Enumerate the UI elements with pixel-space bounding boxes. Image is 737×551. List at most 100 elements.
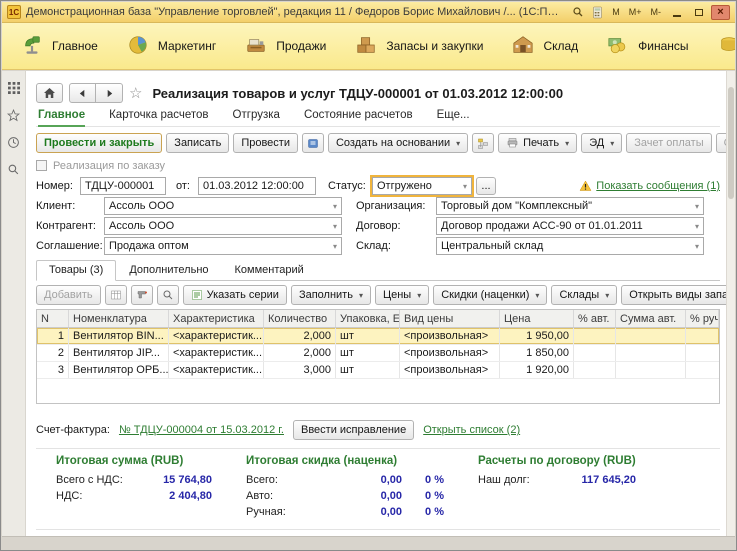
col-price[interactable]: Цена bbox=[500, 310, 574, 327]
col-auto-sum[interactable]: Сумма авт. bbox=[616, 310, 686, 327]
history-icon[interactable] bbox=[5, 134, 23, 150]
show-messages-link[interactable]: Показать сообщения (1) bbox=[579, 180, 720, 192]
contractor-field[interactable]: Ассоль ООО bbox=[104, 217, 342, 235]
open-list-link[interactable]: Открыть список (2) bbox=[423, 424, 520, 436]
scrollbar-thumb[interactable] bbox=[728, 87, 734, 199]
cell-quantity: 3,000 bbox=[264, 362, 336, 378]
favorites-icon[interactable] bbox=[5, 107, 23, 123]
scanner-icon bbox=[136, 289, 148, 301]
set-series-button[interactable]: Указать серии bbox=[183, 285, 287, 305]
nav-link-shipment[interactable]: Отгрузка bbox=[233, 109, 280, 121]
maximize-button[interactable] bbox=[689, 5, 708, 20]
nav-link-settlement-card[interactable]: Карточка расчетов bbox=[109, 109, 208, 121]
cell-n: 1 bbox=[37, 328, 69, 344]
warehouse-label: Склад: bbox=[356, 240, 436, 252]
write-button[interactable]: Записать bbox=[166, 133, 229, 153]
boxes-icon bbox=[354, 34, 378, 59]
minimize-button[interactable] bbox=[667, 5, 686, 20]
section-finance[interactable]: Финансы bbox=[592, 23, 702, 69]
print-button[interactable]: Печать bbox=[498, 133, 577, 153]
open-stock-types-button[interactable]: Открыть виды запасов bbox=[621, 285, 726, 305]
vertical-scrollbar[interactable] bbox=[726, 71, 735, 536]
ed-status-row: Текущее состояние ЭД: Нет действующего с… bbox=[36, 529, 720, 536]
warehouse-field[interactable]: Центральный склад bbox=[436, 237, 704, 255]
client-field[interactable]: Ассоль ООО bbox=[104, 197, 342, 215]
post-button[interactable]: Провести bbox=[233, 133, 298, 153]
col-characteristic[interactable]: Характеристика bbox=[169, 310, 264, 327]
invoice-link[interactable]: № ТДЦУ-000004 от 15.03.2012 г. bbox=[119, 424, 284, 436]
search-icon[interactable] bbox=[569, 5, 586, 20]
tab-comment[interactable]: Комментарий bbox=[222, 260, 317, 281]
discount-total-percent: 0 % bbox=[402, 474, 444, 486]
tab-additional[interactable]: Дополнительно bbox=[116, 260, 221, 281]
date-field[interactable]: 01.03.2012 12:00:00 bbox=[198, 177, 316, 195]
search-rows-icon-button[interactable] bbox=[157, 285, 179, 305]
section-warehouse[interactable]: Склад bbox=[497, 23, 592, 69]
order-checkbox[interactable] bbox=[36, 160, 47, 171]
discounts-button[interactable]: Скидки (наценки) bbox=[433, 285, 547, 305]
payment-offset-button[interactable]: Зачет оплаты bbox=[626, 133, 711, 153]
nav-link-settlement-state[interactable]: Состояние расчетов bbox=[304, 109, 413, 121]
page-title: Реализация товаров и услуг ТДЦУ-000001 о… bbox=[152, 86, 563, 101]
reports-icon-button[interactable] bbox=[302, 133, 324, 153]
col-n[interactable]: N bbox=[37, 310, 69, 327]
memory-m-button[interactable]: М bbox=[609, 6, 623, 18]
warehouses-button[interactable]: Склады bbox=[551, 285, 617, 305]
ed-button[interactable]: ЭД bbox=[581, 133, 622, 153]
prices-button[interactable]: Цены bbox=[375, 285, 429, 305]
table-row[interactable]: 1 Вентилятор BIN... <характеристик... 2,… bbox=[37, 328, 719, 345]
status-field[interactable]: Отгружено bbox=[372, 177, 472, 195]
col-nomenclature[interactable]: Номенклатура bbox=[69, 310, 169, 327]
document-form: ☆ Реализация товаров и услуг ТДЦУ-000001… bbox=[26, 71, 726, 536]
forward-button[interactable] bbox=[96, 83, 123, 103]
calculator-icon[interactable] bbox=[589, 5, 606, 20]
totals-discount-title: Итоговая скидка (наценка) bbox=[246, 455, 444, 467]
status-bar bbox=[2, 536, 735, 549]
cell-manual-percent bbox=[686, 345, 719, 361]
col-manual-percent[interactable]: % руч... bbox=[686, 310, 719, 327]
home-button[interactable] bbox=[36, 83, 63, 103]
main-menu-icon[interactable] bbox=[5, 80, 23, 96]
post-and-close-button[interactable]: Провести и закрыть bbox=[36, 133, 162, 153]
nav-link-more[interactable]: Еще... bbox=[437, 109, 470, 121]
barcode-scanner-icon-button[interactable] bbox=[131, 285, 153, 305]
create-based-on-button[interactable]: Создать на основании bbox=[328, 133, 468, 153]
organization-field[interactable]: Торговый дом "Комплексный" bbox=[436, 197, 704, 215]
section-label: Склад bbox=[543, 39, 578, 53]
section-marketing[interactable]: Маркетинг bbox=[112, 23, 230, 69]
favorite-star-icon[interactable]: ☆ bbox=[129, 86, 142, 101]
columns-icon-button[interactable] bbox=[105, 285, 127, 305]
table-row[interactable]: 3 Вентилятор ОРБ... <характеристик... 3,… bbox=[37, 362, 719, 379]
memory-m-plus-button[interactable]: М+ bbox=[626, 6, 645, 18]
close-button[interactable]: × bbox=[711, 5, 730, 20]
fill-button[interactable]: Заполнить bbox=[291, 285, 371, 305]
section-inventory[interactable]: Запасы и закупки bbox=[340, 23, 497, 69]
number-field[interactable]: ТДЦУ-000001 bbox=[80, 177, 166, 195]
col-auto-percent[interactable]: % авт. bbox=[574, 310, 616, 327]
item-tabs: Товары (3) Дополнительно Комментарий bbox=[36, 260, 720, 281]
tab-goods[interactable]: Товары (3) bbox=[36, 260, 116, 281]
col-quantity[interactable]: Количество bbox=[264, 310, 336, 327]
loyalty-card-button[interactable]: Считать карту лояльности bbox=[716, 133, 726, 153]
nav-link-main[interactable]: Главное bbox=[38, 109, 85, 121]
section-partial[interactable] bbox=[703, 23, 735, 69]
back-button[interactable] bbox=[69, 83, 96, 103]
memory-m-minus-button[interactable]: М- bbox=[648, 6, 665, 18]
section-sales[interactable]: Продажи bbox=[230, 23, 340, 69]
add-row-button[interactable]: Добавить bbox=[36, 285, 101, 305]
status-more-button[interactable]: ... bbox=[476, 177, 496, 195]
table-row[interactable]: 2 Вентилятор JIP... <характеристик... 2,… bbox=[37, 345, 719, 362]
agreement-field[interactable]: Продажа оптом bbox=[104, 237, 342, 255]
series-icon bbox=[191, 289, 203, 301]
cell-n: 3 bbox=[37, 362, 69, 378]
cell-price: 1 950,00 bbox=[500, 328, 574, 344]
col-unit[interactable]: Упаковка, Ед. изм. bbox=[336, 310, 400, 327]
related-documents-icon-button[interactable] bbox=[472, 133, 494, 153]
enter-correction-button[interactable]: Ввести исправление bbox=[293, 420, 414, 440]
search-sidebar-icon[interactable] bbox=[5, 161, 23, 177]
col-price-kind[interactable]: Вид цены bbox=[400, 310, 500, 327]
cell-price-kind: <произвольная> bbox=[400, 328, 500, 344]
section-main[interactable]: Главное bbox=[6, 23, 112, 69]
contract-label: Договор: bbox=[356, 220, 436, 232]
contract-field[interactable]: Договор продажи АСС-90 от 01.01.2011 bbox=[436, 217, 704, 235]
